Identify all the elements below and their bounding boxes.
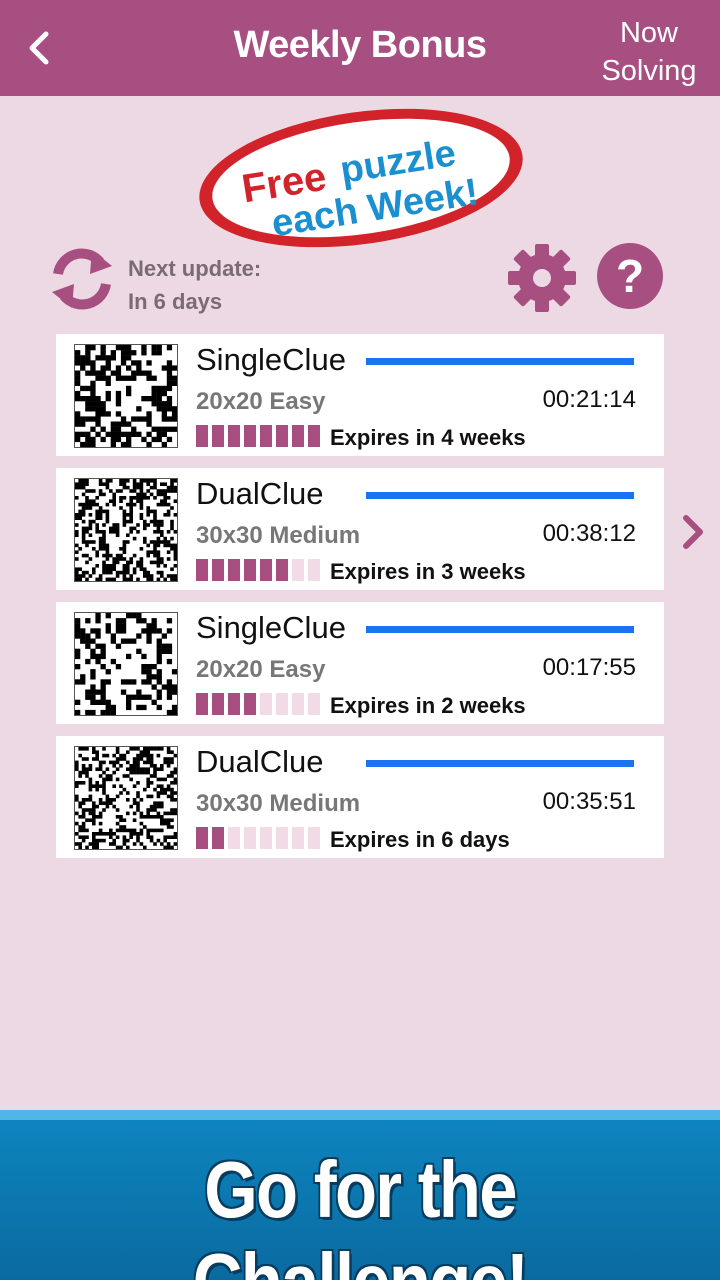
settings-button[interactable] (506, 242, 578, 314)
puzzle-type: SingleClue (196, 342, 346, 377)
expiry-segment (260, 559, 272, 581)
puzzle-difficulty: Medium (269, 522, 361, 549)
expiry-segment (308, 425, 320, 447)
svg-text:?: ? (616, 250, 644, 302)
puzzle-size-difficulty: 20x20 Easy (196, 388, 325, 416)
chevron-right-icon (683, 515, 703, 549)
puzzle-card[interactable]: SingleClue 20x20 Easy 00:21:14 Expires in 4… (56, 334, 664, 456)
expiry-segment (244, 559, 256, 581)
expiry-segment (260, 425, 272, 447)
puzzle-time: 00:17:55 (542, 654, 636, 681)
puzzle-size-difficulty: 20x20 Easy (196, 656, 325, 684)
progress-line (366, 760, 634, 767)
puzzle-thumbnail (74, 612, 178, 716)
refresh-icon (52, 248, 112, 310)
expiry-segment (260, 827, 272, 849)
expires-label: Expires in 6 days (330, 827, 510, 852)
expiry-segment (244, 693, 256, 715)
puzzle-difficulty: Easy (269, 656, 326, 683)
gear-icon (508, 244, 576, 312)
banner-text: Go for the Challenge! (193, 1145, 529, 1280)
now-solving-line2: Solving (601, 55, 697, 87)
next-page-button[interactable] (676, 510, 710, 554)
help-icon: ? (597, 243, 663, 309)
puzzle-type: SingleClue (196, 610, 346, 645)
puzzle-time: 00:38:12 (542, 520, 636, 547)
puzzle-card[interactable]: DualClue 30x30 Medium 00:38:12 Expires in 3… (56, 468, 664, 590)
expiry-segment (196, 827, 208, 849)
top-bar: Weekly Bonus Now Solving (0, 0, 720, 96)
next-update-info: Next update: In 6 days (128, 252, 261, 318)
expiry-segment (196, 559, 208, 581)
expiry-segment (308, 827, 320, 849)
expiry-segment (260, 693, 272, 715)
puzzle-difficulty: Medium (269, 790, 361, 817)
expiry-meter (196, 559, 324, 581)
puzzle-time: 00:35:51 (542, 788, 636, 815)
expiry-segment (276, 693, 288, 715)
puzzle-size: 20x20 (196, 656, 263, 683)
expiry-segment (212, 827, 224, 849)
expires-label: Expires in 4 weeks (330, 425, 526, 450)
puzzle-size: 20x20 (196, 388, 263, 415)
puzzle-card[interactable]: DualClue 30x30 Medium 00:35:51 Expires in 6… (56, 736, 664, 858)
next-update-label: Next update: (128, 256, 262, 281)
banner-highlight (0, 1110, 720, 1120)
expiry-segment (196, 693, 208, 715)
expiry-segment (212, 425, 224, 447)
puzzle-size: 30x30 (196, 790, 263, 817)
puzzle-size-difficulty: 30x30 Medium (196, 522, 360, 550)
expiry-segment (308, 559, 320, 581)
expiry-segment (228, 559, 240, 581)
expiry-segment (292, 559, 304, 581)
expiry-segment (196, 425, 208, 447)
next-update-value: In 6 days (128, 289, 223, 314)
progress-line (366, 626, 634, 633)
challenge-banner: Go for the Challenge! (0, 1110, 720, 1280)
expires-label: Expires in 2 weeks (330, 693, 526, 718)
puzzle-size-difficulty: 30x30 Medium (196, 790, 360, 818)
puzzle-type: DualClue (196, 476, 324, 511)
expiry-segment (276, 827, 288, 849)
expiry-segment (244, 827, 256, 849)
expiry-segment (228, 425, 240, 447)
now-solving-button[interactable]: Now Solving (594, 14, 704, 90)
expiry-segment (308, 693, 320, 715)
expiry-meter (196, 827, 324, 849)
expiry-segment (292, 827, 304, 849)
expiry-segment (292, 693, 304, 715)
puzzle-time: 00:21:14 (542, 386, 636, 413)
expiry-segment (212, 693, 224, 715)
puzzle-thumbnail (74, 478, 178, 582)
puzzle-card[interactable]: SingleClue 20x20 Easy 00:17:55 Expires in 2… (56, 602, 664, 724)
puzzle-thumbnail (74, 746, 178, 850)
expiry-meter (196, 425, 324, 447)
now-solving-line1: Now (619, 17, 678, 49)
puzzle-type: DualClue (196, 744, 324, 779)
expiry-segment (244, 425, 256, 447)
puzzle-size: 30x30 (196, 522, 263, 549)
help-button[interactable]: ? (596, 242, 664, 310)
expiry-segment (228, 693, 240, 715)
expiry-segment (212, 559, 224, 581)
puzzle-thumbnail (74, 344, 178, 448)
progress-line (366, 358, 634, 365)
puzzle-difficulty: Easy (269, 388, 326, 415)
expiry-segment (292, 425, 304, 447)
expiry-meter (196, 693, 324, 715)
expiry-segment (228, 827, 240, 849)
progress-line (366, 492, 634, 499)
free-puzzle-badge: Free puzzle each Week! (199, 108, 523, 248)
expiry-segment (276, 559, 288, 581)
expires-label: Expires in 3 weeks (330, 559, 526, 584)
puzzle-list: SingleClue 20x20 Easy 00:21:14 Expires in 4… (56, 334, 664, 870)
expiry-segment (276, 425, 288, 447)
